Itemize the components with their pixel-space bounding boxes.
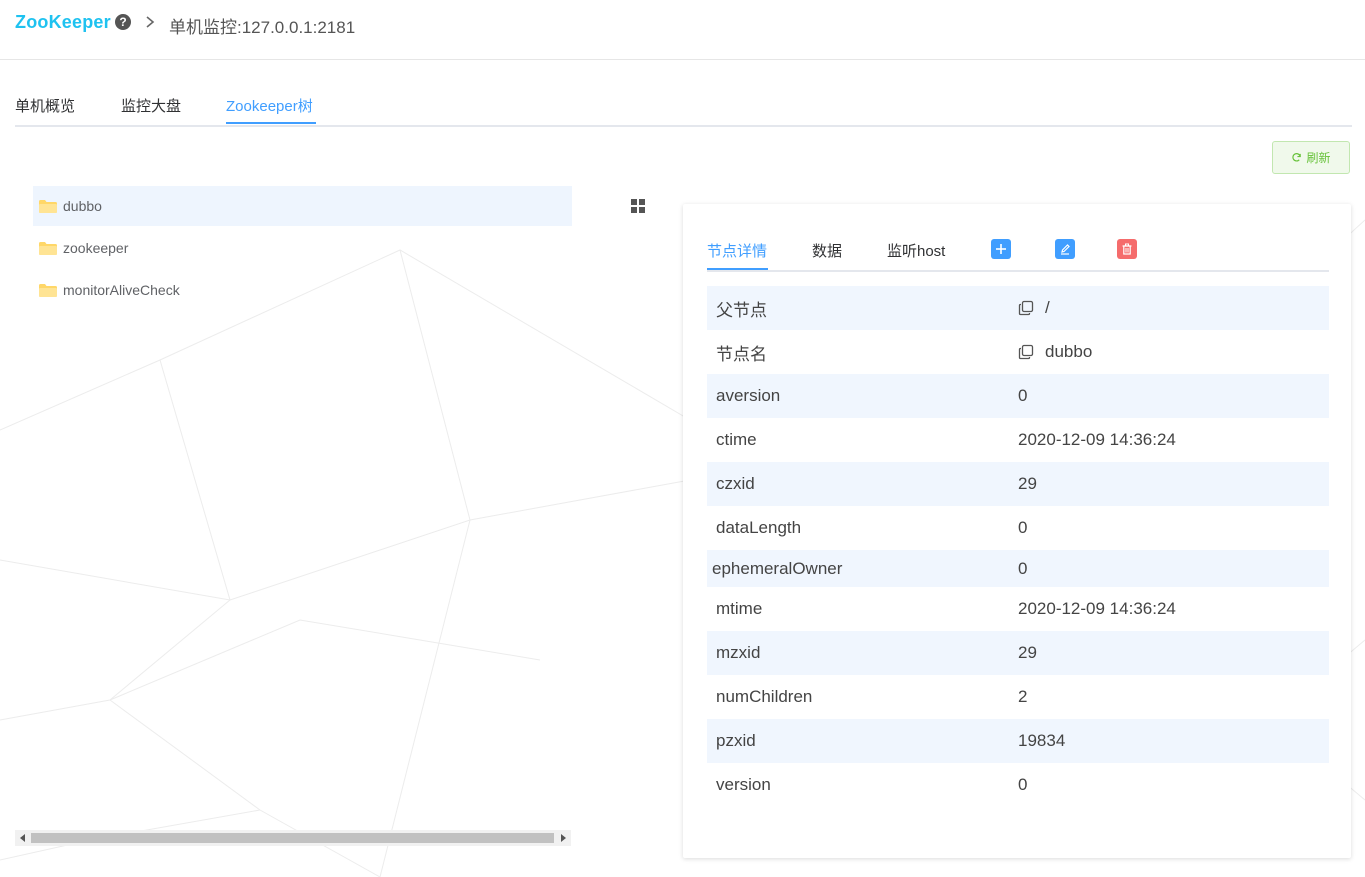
tree-node-zookeeper[interactable]: zookeeper bbox=[33, 228, 572, 268]
tree-node-monitoralivecheck[interactable]: monitorAliveCheck bbox=[33, 270, 572, 310]
add-node-button[interactable] bbox=[991, 239, 1011, 259]
help-icon[interactable]: ? bbox=[115, 14, 131, 30]
plus-icon bbox=[996, 244, 1006, 254]
property-value: 2 bbox=[1018, 687, 1028, 706]
property-value: dubbo bbox=[1045, 342, 1093, 361]
property-value: 29 bbox=[1018, 643, 1037, 662]
copy-icon[interactable] bbox=[1018, 300, 1034, 316]
property-value: 0 bbox=[1018, 386, 1028, 405]
table-row-node-name: 节点名 dubbo bbox=[707, 330, 1329, 374]
table-row: numChildren 2 bbox=[707, 675, 1329, 719]
trash-icon bbox=[1122, 243, 1132, 255]
tab-dashboard[interactable]: 监控大盘 bbox=[121, 95, 181, 116]
property-key: ephemeralOwner bbox=[712, 558, 843, 578]
property-value: 2020-12-09 14:36:24 bbox=[1018, 430, 1176, 449]
edit-node-button[interactable] bbox=[1055, 239, 1075, 259]
edit-icon bbox=[1061, 244, 1070, 255]
table-row: czxid 29 bbox=[707, 462, 1329, 506]
table-row: version 0 bbox=[707, 763, 1329, 807]
tab-data[interactable]: 数据 bbox=[812, 240, 842, 261]
table-row: ephemeralOwner 0 bbox=[707, 550, 1329, 587]
node-detail-panel: 节点详情 数据 监听host 父节点 / 节点名 dubbo aversion … bbox=[683, 204, 1351, 858]
property-key: numChildren bbox=[716, 687, 813, 706]
property-key: pzxid bbox=[716, 731, 756, 750]
table-row-parent-node: 父节点 / bbox=[707, 286, 1329, 330]
node-properties-table: 父节点 / 节点名 dubbo aversion 0 ctime 2020-12… bbox=[707, 286, 1329, 807]
tree-node-label: zookeeper bbox=[63, 240, 129, 256]
table-row: dataLength 0 bbox=[707, 506, 1329, 550]
scrollbar-thumb[interactable] bbox=[31, 833, 554, 843]
table-row: aversion 0 bbox=[707, 374, 1329, 418]
property-value: 0 bbox=[1018, 558, 1028, 578]
folder-icon bbox=[39, 199, 57, 213]
property-value-cell: dubbo bbox=[1018, 342, 1092, 362]
refresh-button[interactable]: 刷新 bbox=[1272, 141, 1350, 174]
active-tab-indicator bbox=[707, 268, 768, 270]
property-key: dataLength bbox=[716, 518, 802, 537]
refresh-icon bbox=[1292, 153, 1302, 162]
chevron-right-icon bbox=[146, 16, 155, 28]
folder-icon bbox=[39, 283, 57, 297]
scroll-left-icon[interactable] bbox=[20, 834, 25, 842]
property-key: mtime bbox=[716, 599, 763, 618]
tree-node-label: monitorAliveCheck bbox=[63, 282, 180, 298]
main-tabs: 单机概览 监控大盘 Zookeeper树 bbox=[15, 87, 1352, 127]
tree-node-label: dubbo bbox=[63, 198, 102, 214]
copy-icon[interactable] bbox=[1018, 344, 1034, 360]
zookeeper-tree: dubbo zookeeper monitorAliveCheck bbox=[33, 186, 572, 312]
scroll-right-icon[interactable] bbox=[561, 834, 566, 842]
property-key: 节点名 bbox=[716, 344, 767, 364]
horizontal-scrollbar[interactable] bbox=[15, 830, 571, 846]
property-value: 0 bbox=[1018, 518, 1028, 537]
app-logo[interactable]: ZooKeeper bbox=[15, 12, 111, 33]
table-row: mtime 2020-12-09 14:36:24 bbox=[707, 587, 1329, 631]
property-key: mzxid bbox=[716, 643, 761, 662]
property-key: czxid bbox=[716, 474, 755, 493]
tab-overview[interactable]: 单机概览 bbox=[15, 95, 75, 116]
tab-zookeeper-tree[interactable]: Zookeeper树 bbox=[226, 95, 313, 116]
property-value: 29 bbox=[1018, 474, 1037, 493]
property-value: 19834 bbox=[1018, 731, 1066, 750]
property-key: version bbox=[716, 775, 771, 794]
page-title: 单机监控:127.0.0.1:2181 bbox=[169, 18, 356, 37]
table-row: ctime 2020-12-09 14:36:24 bbox=[707, 418, 1329, 462]
table-row: pzxid 19834 bbox=[707, 719, 1329, 763]
table-row: mzxid 29 bbox=[707, 631, 1329, 675]
property-key: aversion bbox=[716, 386, 781, 405]
tab-node-details[interactable]: 节点详情 bbox=[707, 240, 767, 261]
property-key: 父节点 bbox=[716, 300, 767, 320]
panel-tabs: 节点详情 数据 监听host bbox=[707, 234, 1329, 272]
property-value-cell: / bbox=[1018, 298, 1050, 318]
tree-node-dubbo[interactable]: dubbo bbox=[33, 186, 572, 226]
tab-listen-host[interactable]: 监听host bbox=[887, 240, 945, 261]
top-header: ZooKeeper ? 单机监控:127.0.0.1:2181 bbox=[0, 0, 1365, 60]
active-tab-indicator bbox=[226, 122, 316, 124]
refresh-label: 刷新 bbox=[1306, 151, 1331, 165]
property-value: / bbox=[1045, 298, 1050, 317]
grid-menu-icon[interactable] bbox=[631, 199, 645, 213]
delete-node-button[interactable] bbox=[1117, 239, 1137, 259]
folder-icon bbox=[39, 241, 57, 255]
property-value: 0 bbox=[1018, 775, 1028, 794]
property-value: 2020-12-09 14:36:24 bbox=[1018, 599, 1176, 618]
property-key: ctime bbox=[716, 430, 757, 449]
